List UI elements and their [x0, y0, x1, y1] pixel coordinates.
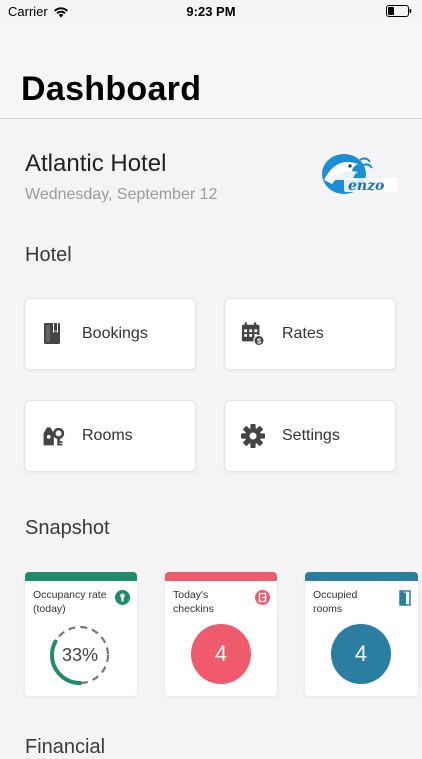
occupied-rooms-value: 4	[331, 624, 391, 684]
occupied-rooms-card-bar	[305, 572, 418, 581]
checkins-card-bar	[165, 572, 277, 581]
checkins-card[interactable]: Today's checkins 4	[165, 572, 277, 696]
battery-icon	[386, 5, 412, 20]
rooms-label: Rooms	[82, 427, 133, 444]
rooms-button[interactable]: Rooms	[24, 400, 196, 472]
occupancy-card[interactable]: Occupancy rate (today) 33%	[25, 572, 137, 696]
bookings-button[interactable]: Bookings	[24, 298, 196, 370]
hotel-logo-text: enzo	[348, 178, 384, 194]
occupied-rooms-label: Occupied rooms	[313, 589, 358, 615]
navigation-header: Dashboard	[0, 22, 422, 119]
rooms-icon	[41, 424, 65, 448]
occupancy-icon	[115, 590, 130, 605]
section-title-snapshot: Snapshot	[25, 517, 110, 539]
occupied-rooms-card[interactable]: Occupied rooms 4	[305, 572, 418, 696]
settings-label: Settings	[282, 427, 340, 444]
hotel-name: Atlantic Hotel	[25, 150, 167, 177]
checkin-icon	[255, 590, 270, 605]
occupancy-label: Occupancy rate (today)	[33, 589, 107, 615]
checkins-value: 4	[191, 624, 251, 684]
svg-text:$: $	[257, 336, 261, 345]
rates-button[interactable]: $ Rates	[224, 298, 396, 370]
rates-label: Rates	[282, 325, 324, 342]
hotel-logo: enzo	[322, 154, 398, 194]
checkins-label: Today's checkins	[173, 589, 214, 615]
occupancy-card-bar	[25, 572, 137, 581]
occupancy-value: 33%	[61, 644, 99, 665]
page-title: Dashboard	[21, 70, 202, 108]
rates-icon: $	[241, 322, 265, 347]
status-time: 9:23 PM	[186, 4, 236, 19]
door-icon	[399, 590, 411, 606]
bookings-icon	[41, 322, 65, 346]
settings-button[interactable]: Settings	[224, 400, 396, 472]
section-title-hotel: Hotel	[25, 244, 72, 266]
hotel-date: Wednesday, September 12	[25, 186, 218, 203]
status-bar: Carrier 9:23 PM	[0, 0, 422, 22]
bookings-label: Bookings	[82, 325, 148, 342]
section-title-financial: Financial	[25, 736, 106, 758]
settings-icon	[241, 424, 265, 448]
